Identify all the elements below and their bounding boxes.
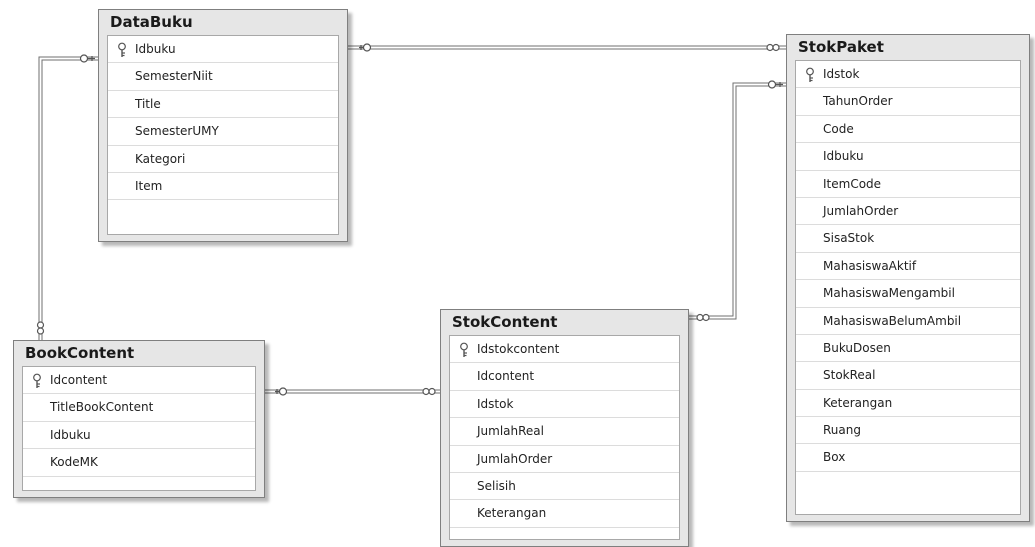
column-name: Ruang [823,423,861,438]
column-row[interactable]: Kategori [108,146,338,173]
column-row[interactable]: MahasiswaMengambil [796,280,1020,308]
table-stokpaket[interactable]: StokPaket Idstok TahunOrder Code Idbuku Item… [786,34,1030,522]
column-row[interactable]: Idstok [450,391,679,419]
relationship-databuku-bookcontent[interactable] [38,56,98,340]
column-row[interactable]: Selisih [450,473,679,501]
key-icon [116,42,128,58]
column-name: SemesterNiit [135,69,213,84]
column-name: Selisih [477,478,516,493]
column-row[interactable]: Idbuku [23,422,255,450]
column-row[interactable]: SemesterNiit [108,63,338,91]
column-row[interactable]: JumlahOrder [796,198,1020,226]
column-name: Idbuku [50,427,91,442]
column-row[interactable]: Idbuku [108,36,338,64]
infinity-end-icon [36,321,45,335]
table-databuku[interactable]: DataBuku Idbuku SemesterNiit Title Semester… [98,9,348,242]
column-row[interactable]: Idcontent [23,367,255,395]
column-list: Idstokcontent Idcontent Idstok JumlahReal Ju… [449,335,680,540]
column-row[interactable]: SemesterUMY [108,118,338,146]
table-title: BookContent [25,344,135,362]
column-name: Idstokcontent [477,342,560,356]
column-name: Title [135,96,161,111]
relationship-bookcontent-stokcontent[interactable] [264,389,440,394]
key-icon [458,342,470,358]
column-row[interactable]: Idcontent [450,363,679,391]
column-row[interactable]: Idbuku [796,143,1020,171]
column-row[interactable]: MahasiswaAktif [796,253,1020,281]
column-name: SemesterUMY [135,124,219,139]
column-row[interactable]: Idstok [796,61,1020,89]
key-icon [804,67,816,83]
column-name: MahasiswaAktif [823,258,917,273]
column-name: MahasiswaMengambil [823,286,955,301]
table-title: StokContent [452,313,558,331]
column-row[interactable]: JumlahOrder [450,446,679,473]
infinity-end-icon [696,313,710,322]
column-list: Idstok TahunOrder Code Idbuku ItemCode Jumlah… [795,60,1021,515]
column-name: TitleBookContent [50,400,154,415]
relationship-databuku-stokpaket[interactable] [348,45,786,50]
column-row[interactable]: TahunOrder [796,88,1020,116]
column-row[interactable]: JumlahReal [450,418,679,446]
column-name: Idbuku [823,149,864,164]
column-list: Idbuku SemesterNiit Title SemesterUMY Katego… [107,35,339,235]
key-end-icon [767,80,783,89]
column-row[interactable]: Ruang [796,417,1020,445]
column-row[interactable]: Code [796,116,1020,144]
column-name: JumlahOrder [477,451,553,466]
column-name: Idbuku [135,42,176,56]
key-icon [31,373,43,389]
relationship-stokpaket-stokcontent[interactable] [688,82,786,320]
column-row[interactable]: KodeMK [23,449,255,477]
column-row[interactable]: Item [108,173,338,201]
key-end-icon [79,54,95,63]
column-name: Box [823,450,846,465]
column-name: BukuDosen [823,340,891,355]
table-bookcontent[interactable]: BookContent Idcontent TitleBookContent Idb… [13,340,265,498]
column-row[interactable]: Keterangan [796,390,1020,418]
column-row[interactable]: BukuDosen [796,335,1020,363]
column-name: Idstok [477,396,514,411]
column-name: Idstok [823,67,860,81]
column-row[interactable]: Box [796,444,1020,472]
column-row[interactable]: Title [108,91,338,119]
table-title: StokPaket [798,38,884,56]
column-row[interactable]: SisaStok [796,225,1020,253]
column-row[interactable]: TitleBookContent [23,394,255,422]
column-name: ItemCode [823,176,882,191]
column-name: JumlahReal [477,424,544,439]
column-name: StokReal [823,368,876,383]
column-list: Idcontent TitleBookContent Idbuku KodeMK [22,366,256,491]
column-name: Kategori [135,151,186,166]
column-name: TahunOrder [823,94,893,109]
column-name: SisaStok [823,231,875,246]
column-name: Idcontent [477,369,535,384]
column-name: Item [135,178,163,193]
column-name: Code [823,121,854,136]
column-row[interactable]: StokReal [796,362,1020,390]
key-end-icon [359,43,372,52]
column-name: KodeMK [50,455,98,470]
column-name: JumlahOrder [823,203,899,218]
column-row[interactable]: MahasiswaBelumAmbil [796,308,1020,335]
column-name: MahasiswaBelumAmbil [823,313,962,328]
table-stokcontent[interactable]: StokContent Idstokcontent Idcontent Idstok… [440,309,689,547]
infinity-end-icon [422,387,436,396]
key-end-icon [275,387,288,396]
infinity-end-icon [766,43,780,52]
column-name: Keterangan [823,395,893,410]
table-title: DataBuku [110,13,193,31]
column-row[interactable]: Idstokcontent [450,336,679,364]
column-name: Idcontent [50,373,108,387]
column-row[interactable]: ItemCode [796,171,1020,198]
column-name: Keterangan [477,506,547,521]
column-row[interactable]: Keterangan [450,500,679,528]
